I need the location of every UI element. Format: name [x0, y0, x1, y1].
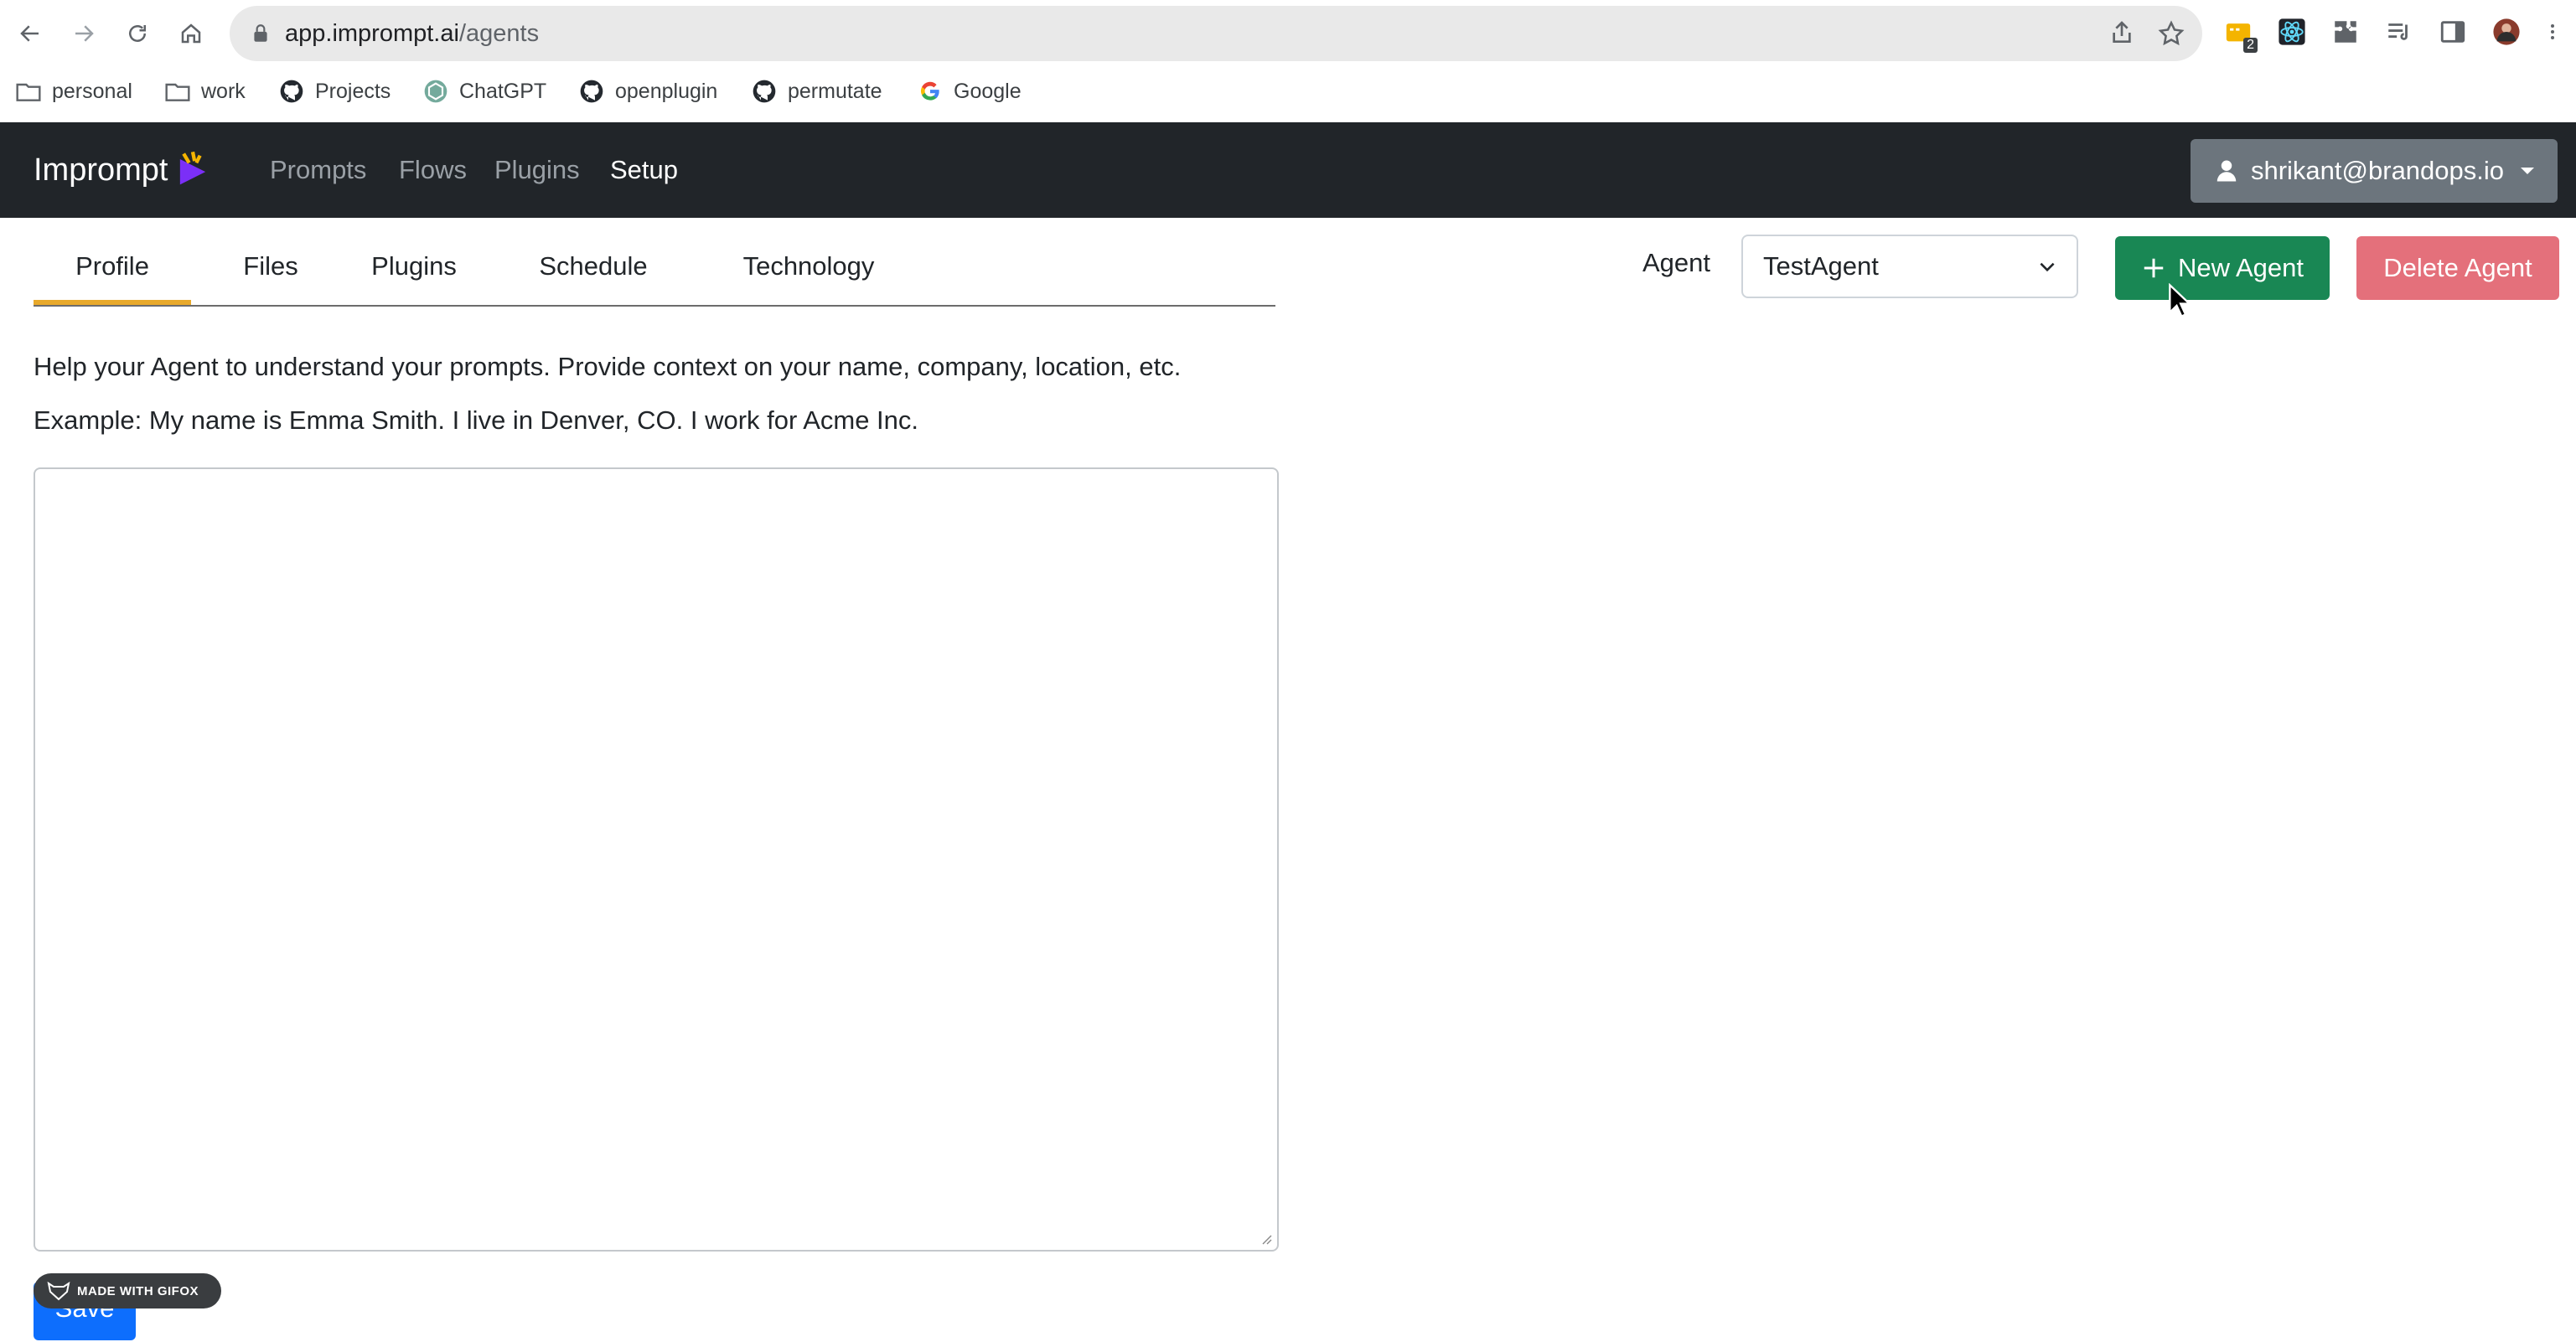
user-email: shrikant@brandops.io	[2250, 156, 2505, 185]
reading-list-button[interactable]	[2383, 16, 2415, 48]
bookmark-label: work	[201, 79, 246, 103]
extension-mail[interactable]: 2	[2222, 16, 2258, 53]
share-icon[interactable]	[2108, 19, 2135, 46]
nav-plugins[interactable]: Plugins	[494, 122, 580, 218]
bookmark-star-icon[interactable]	[2157, 19, 2185, 48]
avatar-icon	[2493, 18, 2520, 45]
bookmark-label: openplugin	[615, 79, 718, 103]
plus-icon	[2144, 258, 2164, 278]
bookmark-label: Projects	[315, 79, 391, 103]
extension-react[interactable]	[2276, 16, 2308, 48]
browser-menu-button[interactable]	[2544, 16, 2561, 48]
github-icon	[280, 80, 303, 103]
delete-agent-label: Delete Agent	[2383, 253, 2532, 282]
brand-name: Imprompt	[34, 152, 168, 188]
bookmark-label: Google	[954, 79, 1022, 103]
nav-setup[interactable]: Setup	[610, 122, 678, 218]
delete-agent-button[interactable]: Delete Agent	[2356, 236, 2559, 300]
brand-logo[interactable]: Imprompt	[34, 122, 215, 218]
bookmark-label: ChatGPT	[459, 79, 547, 103]
reload-button[interactable]	[119, 15, 156, 52]
mouse-cursor-icon	[2169, 283, 2192, 318]
bookmark-google[interactable]: Google	[917, 74, 1022, 109]
github-icon	[753, 80, 776, 103]
bookmark-work[interactable]: work	[164, 74, 246, 109]
resize-grip-icon[interactable]	[1259, 1231, 1272, 1245]
kebab-menu-icon	[2551, 24, 2554, 39]
profile-help-text: Help your Agent to understand your promp…	[34, 352, 1182, 381]
bookmark-permutate[interactable]: permutate	[751, 74, 882, 109]
user-menu-button[interactable]: shrikant@brandops.io	[2191, 139, 2558, 203]
bookmark-chatgpt[interactable]: ChatGPT	[422, 74, 546, 109]
tab-plugins[interactable]: Plugins	[354, 219, 474, 303]
extension-badge: 2	[2243, 38, 2258, 53]
side-panel-icon	[2440, 21, 2465, 43]
imprompt-logo-icon	[180, 151, 206, 185]
puzzle-icon	[2335, 21, 2356, 43]
browser-toolbar: app.imprompt.ai/agents 2 personal work P…	[0, 0, 2576, 122]
bookmark-openplugin[interactable]: openplugin	[578, 74, 717, 109]
media-list-icon	[2388, 23, 2408, 40]
bookmark-personal[interactable]: personal	[15, 74, 132, 109]
side-panel-button[interactable]	[2437, 16, 2469, 48]
arrow-right-icon	[75, 25, 94, 42]
new-agent-button[interactable]: New Agent	[2115, 236, 2330, 300]
home-button[interactable]	[173, 15, 209, 52]
agent-label: Agent	[1642, 248, 1711, 277]
extensions-button[interactable]	[2330, 16, 2361, 48]
openai-icon	[424, 80, 447, 103]
home-icon	[181, 23, 201, 44]
arrow-left-icon	[20, 25, 39, 42]
bookmark-projects[interactable]: Projects	[278, 74, 391, 109]
address-bar[interactable]: app.imprompt.ai/agents	[230, 6, 2202, 61]
new-agent-label: New Agent	[2178, 253, 2304, 282]
user-icon	[2216, 160, 2237, 182]
bookmarks-bar: personal work Projects ChatGPT openplugi…	[0, 74, 2576, 109]
tab-profile[interactable]: Profile	[34, 219, 191, 305]
forward-button[interactable]	[65, 15, 102, 52]
chevron-down-icon	[2040, 262, 2055, 272]
gifox-fox-icon	[47, 1281, 70, 1301]
caret-down-icon	[2521, 168, 2535, 174]
tab-files[interactable]: Files	[223, 219, 318, 303]
lock-icon	[254, 24, 267, 42]
react-devtools-icon	[2279, 18, 2305, 45]
gifox-label: MADE WITH GIFOX	[77, 1283, 199, 1298]
agent-select-value: TestAgent	[1763, 251, 1879, 281]
bookmark-label: permutate	[788, 79, 882, 103]
back-button[interactable]	[12, 15, 49, 52]
nav-prompts[interactable]: Prompts	[270, 122, 366, 218]
profile-textarea[interactable]	[34, 467, 1279, 1252]
github-icon	[580, 80, 603, 103]
tab-technology[interactable]: Technology	[712, 219, 905, 303]
google-icon	[920, 81, 939, 101]
tab-schedule[interactable]: Schedule	[515, 219, 672, 303]
folder-icon	[16, 83, 41, 101]
url-text: app.imprompt.ai/agents	[285, 20, 540, 47]
app-navbar: Imprompt Prompts Flows Plugins Setup shr…	[0, 122, 2576, 218]
profile-avatar[interactable]	[2491, 16, 2522, 48]
profile-example-text: Example: My name is Emma Smith. I live i…	[34, 405, 919, 435]
setup-tabs: Profile Files Plugins Schedule Technolog…	[34, 219, 1275, 307]
bookmark-label: personal	[52, 79, 132, 103]
reload-icon	[129, 25, 146, 42]
folder-icon	[165, 83, 190, 101]
gifox-watermark: MADE WITH GIFOX	[34, 1273, 221, 1308]
nav-flows[interactable]: Flows	[399, 122, 467, 218]
agent-select[interactable]: TestAgent	[1741, 235, 2078, 298]
